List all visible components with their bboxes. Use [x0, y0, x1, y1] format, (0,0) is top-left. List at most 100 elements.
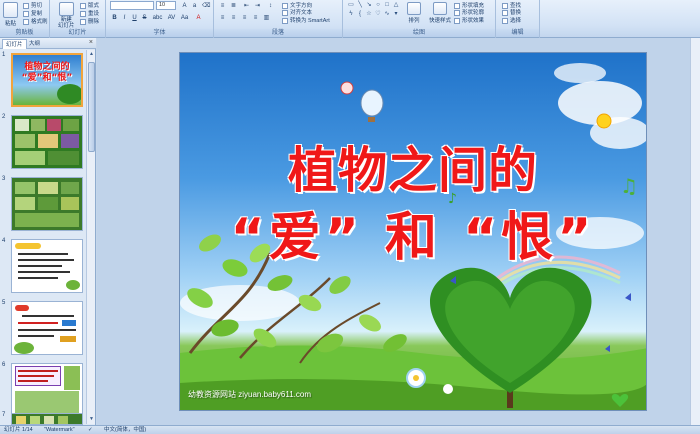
- slide-thumbnail-2[interactable]: [11, 115, 83, 169]
- arrow-shape-icon[interactable]: ↘: [365, 1, 373, 9]
- text-line: [18, 259, 74, 261]
- copy-button[interactable]: 复制: [23, 9, 42, 17]
- justify-icon[interactable]: ≡: [251, 13, 260, 21]
- slide-thumbnail-4[interactable]: [11, 239, 83, 293]
- language-indicator[interactable]: 中文(简体，中国): [104, 426, 146, 434]
- brace-shape-icon[interactable]: {: [356, 10, 364, 18]
- scroll-down-icon[interactable]: ▼: [87, 415, 96, 424]
- char-spacing-button[interactable]: AV: [166, 13, 177, 21]
- spellcheck-icon[interactable]: ✓: [88, 426, 93, 434]
- oval-shape-icon[interactable]: ○: [374, 1, 382, 9]
- cloud-shape: [554, 63, 606, 83]
- cut-button[interactable]: 剪切: [23, 1, 42, 9]
- font-color-button[interactable]: A: [194, 13, 203, 21]
- star-shape-icon[interactable]: ☆: [365, 10, 373, 18]
- curve-shape-icon[interactable]: ∿: [383, 10, 391, 18]
- replace-button[interactable]: 替换: [502, 8, 521, 16]
- slide-subtitle[interactable]: “爱” 和 “恨”: [180, 195, 646, 270]
- panel-tabs: 幻灯片 大纲 ×: [0, 38, 96, 49]
- slides-panel: 幻灯片 大纲 × 1 植物之间的 “爱”和“恨” 2 3 4 5 6 7 ▲ ▼: [0, 38, 96, 425]
- numbering-icon[interactable]: ≣: [229, 1, 238, 9]
- slide-thumbnail-7[interactable]: [11, 413, 83, 425]
- align-text-button[interactable]: 对齐文本: [282, 8, 312, 16]
- leaf-decoration: [14, 342, 34, 354]
- align-left-icon[interactable]: ≡: [218, 13, 227, 21]
- align-center-icon[interactable]: ≡: [229, 13, 238, 21]
- close-panel-icon[interactable]: ×: [89, 39, 93, 46]
- rect2-shape-icon[interactable]: □: [383, 1, 391, 9]
- photo: [38, 134, 58, 148]
- outline-icon: [454, 9, 460, 16]
- text-shadow-button[interactable]: abc: [151, 13, 164, 21]
- align-text-icon: [282, 9, 288, 16]
- scroll-up-icon[interactable]: ▲: [87, 50, 96, 59]
- photo: [16, 416, 26, 424]
- paste-button[interactable]: 粘贴: [3, 2, 18, 27]
- clear-format-icon[interactable]: ⌫: [201, 1, 210, 9]
- triangle-shape-icon[interactable]: △: [392, 1, 400, 9]
- delete-slide-button[interactable]: 删除: [80, 17, 99, 25]
- slide-thumbnail-6[interactable]: [11, 363, 83, 417]
- text-line: [18, 370, 58, 372]
- font-size-select[interactable]: 10: [156, 1, 176, 10]
- quick-styles-button[interactable]: 快速样式: [429, 2, 451, 24]
- change-case-button[interactable]: Aa: [179, 13, 190, 21]
- rectangle-shape-icon[interactable]: ▭: [347, 1, 355, 9]
- select-button[interactable]: 选择: [502, 16, 521, 24]
- drawing-group-label: 绘图: [343, 29, 495, 37]
- strikethrough-button[interactable]: S: [140, 13, 149, 21]
- decrease-indent-icon[interactable]: ⇤: [242, 1, 251, 9]
- daisy-center: [413, 375, 419, 381]
- italic-button[interactable]: I: [120, 13, 129, 21]
- grow-font-icon[interactable]: A: [180, 1, 189, 9]
- photo: [15, 391, 79, 415]
- photo: [61, 197, 79, 210]
- bullets-icon[interactable]: ≡: [218, 1, 227, 9]
- slide-title[interactable]: 植物之间的: [180, 131, 646, 202]
- lightning-shape-icon[interactable]: ϟ: [347, 10, 355, 18]
- photo: [44, 416, 54, 424]
- bold-button[interactable]: B: [110, 13, 119, 21]
- line-shape-icon[interactable]: ╲: [356, 1, 364, 9]
- tree-shape: [57, 84, 81, 104]
- text-line: [18, 375, 54, 377]
- slide-footer-text[interactable]: 幼教资源网站 ziyuan.baby611.com: [188, 389, 311, 400]
- arrange-button[interactable]: 排列: [407, 2, 421, 24]
- font-name-select[interactable]: [110, 1, 154, 10]
- underline-button[interactable]: U: [130, 13, 139, 21]
- delete-icon: [80, 18, 86, 25]
- align-right-icon[interactable]: ≡: [240, 13, 249, 21]
- slide-thumbnail-5[interactable]: [11, 301, 83, 355]
- increase-indent-icon[interactable]: ⇥: [253, 1, 262, 9]
- drawing-group: ▭ ╲ ↘ ○ □ △ ϟ { ☆ ♡ ∿ ▾ 排列 快速样式 形状填充 形状轮…: [343, 0, 496, 38]
- text-line: [18, 380, 48, 382]
- shape-outline-button[interactable]: 形状轮廓: [454, 8, 484, 16]
- layout-button[interactable]: 版式: [80, 1, 99, 9]
- thumbnail-scrollbar[interactable]: ▲ ▼: [86, 50, 95, 424]
- slide-thumbnail-3[interactable]: [11, 177, 83, 231]
- photo: [31, 119, 45, 131]
- shape-effects-button[interactable]: 形状效果: [454, 16, 484, 24]
- slide-number: 6: [2, 362, 6, 368]
- current-slide[interactable]: ♪ ♫ ♫ 植物之间的 “爱” 和 “恨” 幼教资源网站 ziyuan.baby…: [179, 52, 647, 411]
- new-slide-button[interactable]: 新建 幻灯片: [58, 2, 75, 29]
- tab-slides[interactable]: 幻灯片: [2, 39, 27, 49]
- reset-button[interactable]: 重设: [80, 9, 99, 17]
- editing-group-label: 编辑: [496, 29, 539, 37]
- smartart-button[interactable]: 转换为 SmartArt: [282, 16, 330, 24]
- more-shapes-icon[interactable]: ▾: [392, 10, 400, 18]
- tab-outline[interactable]: 大纲: [26, 39, 43, 49]
- paragraph-group: ≡ ≣ ⇤ ⇥ ↕ ≡ ≡ ≡ ≡ ▥ 文字方向 对齐文本 转换为 SmartA…: [214, 0, 343, 38]
- shrink-font-icon[interactable]: a: [190, 1, 199, 9]
- slide-thumbnail-1[interactable]: 植物之间的 “爱”和“恨”: [11, 53, 83, 107]
- format-painter-button[interactable]: 格式刷: [23, 17, 48, 25]
- quick-styles-icon: [433, 2, 447, 15]
- slide-number: 5: [2, 300, 6, 306]
- text-line: [18, 253, 68, 255]
- heart-shape-icon[interactable]: ♡: [374, 10, 382, 18]
- balloon-icon: [340, 81, 354, 95]
- editor-scrollbar[interactable]: [690, 38, 700, 425]
- line-spacing-icon[interactable]: ↕: [266, 1, 275, 9]
- columns-icon[interactable]: ▥: [262, 13, 271, 21]
- scrollbar-thumb[interactable]: [88, 62, 95, 152]
